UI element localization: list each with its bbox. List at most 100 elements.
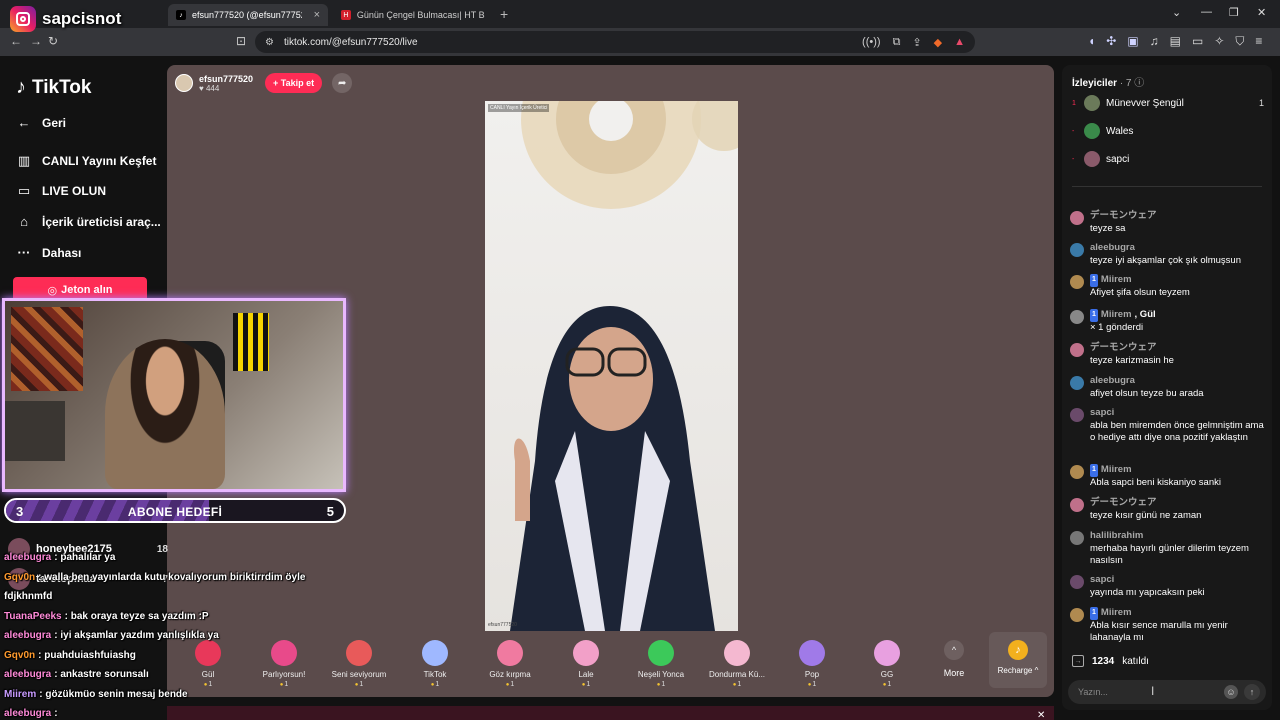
- avatar[interactable]: [1070, 575, 1084, 589]
- rewards-icon[interactable]: ▲: [954, 36, 965, 49]
- tiktok-logo[interactable]: ♪ TikTok: [16, 76, 91, 99]
- chat-message[interactable]: aleebugra teyze iyi akşamlar çok şık olmu…: [1070, 242, 1266, 267]
- screenshot-icon[interactable]: ▣: [1127, 34, 1138, 49]
- gift-item[interactable]: Neşeli Yonca 1: [631, 640, 691, 688]
- brand-name: TikTok: [32, 76, 92, 98]
- stream-chat-text: : pahalılar ya: [54, 552, 116, 564]
- avatar[interactable]: [1070, 531, 1084, 545]
- chat-username[interactable]: デーモンウェア: [1090, 497, 1157, 510]
- host-likes: 444: [205, 83, 220, 93]
- tab-tiktok[interactable]: ♪ efsun777520 (@efsun77752... ×: [168, 4, 328, 26]
- wallet-icon[interactable]: ▭: [1192, 34, 1203, 49]
- gift-item[interactable]: Pop 1: [782, 640, 842, 688]
- emoji-icon[interactable]: ☺: [1224, 685, 1238, 699]
- sidebar-icon[interactable]: ▤: [1170, 34, 1181, 49]
- close-window-button[interactable]: ✕: [1257, 6, 1266, 19]
- chat-username[interactable]: Miirem: [1101, 309, 1132, 322]
- viewer-item[interactable]: - Wales: [1072, 123, 1264, 139]
- chat-username[interactable]: sapci: [1090, 407, 1114, 420]
- share-icon[interactable]: ⇪: [912, 36, 921, 49]
- viewer-item[interactable]: 1 Münevver Şengül 1: [1072, 95, 1264, 111]
- chat-username[interactable]: sapci: [1090, 574, 1114, 587]
- leo-icon[interactable]: ✧: [1214, 34, 1224, 49]
- chat-username[interactable]: Miirem: [1101, 274, 1132, 287]
- bookmark-icon[interactable]: ⊡: [236, 34, 246, 48]
- chat-input[interactable]: Yazın... ☺ ↑: [1068, 680, 1266, 704]
- chat-message[interactable]: halilibrahim merhaba hayırlı günler diler…: [1070, 530, 1266, 568]
- new-tab-button[interactable]: +: [500, 6, 508, 22]
- avatar[interactable]: [1070, 465, 1084, 479]
- host-name[interactable]: efsun777520: [199, 74, 253, 84]
- avatar[interactable]: [1070, 243, 1084, 257]
- chat-message[interactable]: デーモンウェア teyze sa: [1070, 210, 1266, 235]
- more-gifts-button[interactable]: ^ More: [937, 640, 971, 678]
- viewer-item[interactable]: - sapci: [1072, 151, 1264, 167]
- avatar[interactable]: [1070, 310, 1084, 324]
- chat-username[interactable]: Miirem: [1101, 607, 1132, 620]
- ice-cream-icon: [724, 640, 750, 666]
- menu-icon[interactable]: ≡: [1255, 34, 1262, 49]
- chat-message[interactable]: 1 Miirem Afiyet şifa olsun teyzem: [1070, 274, 1266, 299]
- level-badge: 1: [1090, 274, 1098, 287]
- sidebar-item-explore-live[interactable]: ▥ CANLI Yayını Keşfet: [16, 153, 157, 169]
- chat-message[interactable]: 1 Miirem Abla sapci beni kiskaniyo sanki: [1070, 464, 1266, 489]
- chat-message[interactable]: 1 Miirem, Gül × 1 gönderdi: [1070, 309, 1266, 334]
- open-in-icon[interactable]: ⧉: [893, 36, 901, 49]
- chat-username[interactable]: デーモンウェア: [1090, 342, 1157, 355]
- brave-shield-icon[interactable]: ◆: [934, 36, 942, 49]
- avatar[interactable]: [1070, 343, 1084, 357]
- minimize-button[interactable]: —: [1201, 6, 1212, 18]
- close-banner-icon[interactable]: ✕: [1037, 710, 1045, 720]
- gift-item[interactable]: Lale 1: [556, 640, 616, 688]
- send-icon[interactable]: ↑: [1244, 684, 1260, 700]
- avatar[interactable]: [1070, 376, 1084, 390]
- recharge-button[interactable]: ♪ Recharge ^: [989, 632, 1047, 688]
- chat-username[interactable]: Miirem: [1101, 464, 1132, 477]
- vpn-icon[interactable]: ⛉: [1235, 34, 1244, 49]
- chat-username[interactable]: デーモンウェア: [1090, 210, 1157, 223]
- gift-item[interactable]: TikTok 1: [405, 640, 465, 688]
- chat-message[interactable]: デーモンウェア teyze karizmasin he: [1070, 342, 1266, 367]
- avatar[interactable]: [1070, 408, 1084, 422]
- puzzle-icon[interactable]: ✣: [1106, 34, 1116, 49]
- chat-message[interactable]: sapci abla ben miremden önce gelmniştim a…: [1070, 407, 1266, 445]
- maximize-button[interactable]: ❐: [1229, 6, 1239, 19]
- sidebar-item-more[interactable]: ··· Dahası: [16, 245, 82, 260]
- reload-icon[interactable]: ↻: [48, 34, 58, 48]
- goal-title: ABONE HEDEFİ: [127, 505, 223, 519]
- cast-icon[interactable]: ((•)): [862, 36, 881, 49]
- gift-item[interactable]: GG 1: [857, 640, 917, 688]
- avatar[interactable]: [1070, 498, 1084, 512]
- chat-message[interactable]: 1 Miirem Abla kısır sence marulla mı yenir…: [1070, 607, 1266, 645]
- tab-bulmaca[interactable]: H Günün Çengel Bulmacası| HT Bulmac...: [333, 4, 493, 26]
- address-bar[interactable]: ⚙ tiktok.com/@efsun777520/live ((•)) ⧉ ⇪…: [255, 31, 975, 53]
- tab-search-icon[interactable]: ⌄: [1172, 6, 1181, 19]
- chat-message[interactable]: aleebugra afiyet olsun teyze bu arada: [1070, 375, 1266, 400]
- avatar[interactable]: [1070, 275, 1084, 289]
- close-tab-icon[interactable]: ×: [314, 9, 320, 21]
- stream-chat-line: Gqv0n: walla ben yayınlarda kutu kovalıy…: [4, 568, 364, 588]
- info-icon[interactable]: ⓘ: [1134, 78, 1144, 89]
- back-link[interactable]: ← Geri: [16, 115, 67, 130]
- chat-username[interactable]: halilibrahim: [1090, 530, 1143, 543]
- avatar[interactable]: [175, 74, 193, 92]
- chat-message[interactable]: デーモンウェア teyze kısır günü ne zaman: [1070, 497, 1266, 522]
- follow-button[interactable]: + Takip et: [265, 73, 323, 93]
- chat-message[interactable]: sapci yayında mı yapıcaksın peki: [1070, 574, 1266, 599]
- sidebar-item-go-live[interactable]: ▭ LIVE OLUN: [16, 183, 106, 199]
- forward-icon[interactable]: →: [30, 34, 42, 48]
- sidebar-item-creator-tools[interactable]: ⌂ İçerik üreticisi araç...: [16, 214, 161, 229]
- gift-item[interactable]: Dondurma Kü... 1: [707, 640, 767, 688]
- chat-username[interactable]: aleebugra: [1090, 242, 1135, 255]
- avatar[interactable]: [1070, 608, 1084, 622]
- gift-item[interactable]: Göz kırpma 1: [480, 640, 540, 688]
- music-icon[interactable]: ♫: [1150, 34, 1159, 49]
- audio-icon[interactable]: ◖: [1088, 34, 1095, 49]
- live-video[interactable]: CANLI Yayın İçerik Üretici efsun777520: [485, 101, 738, 631]
- chat-username[interactable]: aleebugra: [1090, 375, 1135, 388]
- avatar[interactable]: [1070, 211, 1084, 225]
- site-info-icon[interactable]: ⚙: [265, 37, 274, 48]
- back-icon[interactable]: ←: [10, 34, 22, 48]
- stream-chat-user: TuanaPeeks: [4, 610, 62, 622]
- share-arrow-icon[interactable]: ➦: [332, 73, 353, 93]
